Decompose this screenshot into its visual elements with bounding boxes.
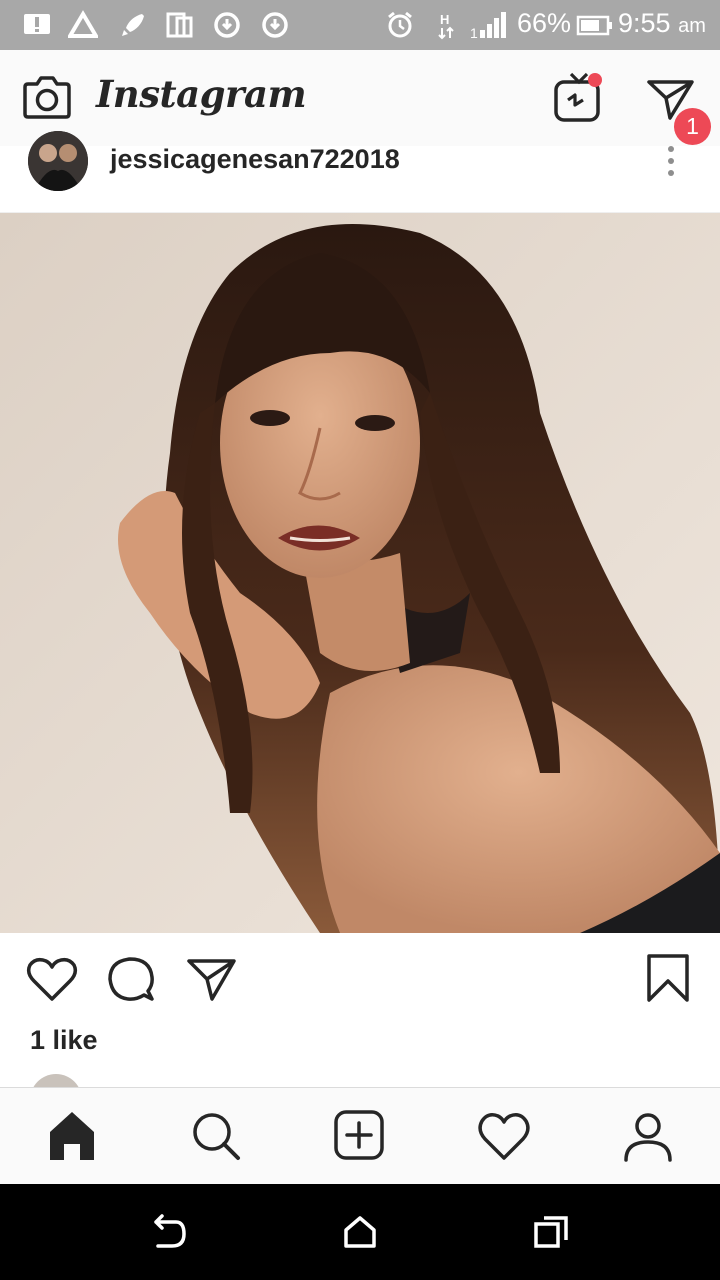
post-username[interactable]: jessicagenesan722018 [110, 144, 400, 175]
notification-badge: 1 [674, 108, 711, 145]
new-post-icon[interactable] [332, 1108, 388, 1164]
back-icon[interactable] [148, 1212, 188, 1252]
avatar-image [28, 131, 88, 191]
likes-count[interactable]: 1 like [30, 1025, 98, 1056]
profile-icon[interactable] [620, 1108, 676, 1164]
battery-percent: 66% [517, 8, 572, 38]
battery-icon [576, 15, 612, 36]
clock-ampm: am [678, 15, 706, 37]
like-heart-icon[interactable] [26, 955, 78, 1003]
post-photo[interactable] [0, 213, 720, 933]
h-data-icon: H [438, 12, 454, 40]
comment-icon[interactable] [106, 955, 158, 1003]
alarm-icon [388, 11, 412, 38]
rocket-icon [122, 14, 144, 36]
recents-icon[interactable] [532, 1212, 572, 1252]
sync-icon [214, 12, 240, 38]
sync-icon [262, 12, 288, 38]
home-icon[interactable] [44, 1108, 100, 1164]
portrait-image [0, 213, 720, 933]
more-options-icon[interactable] [656, 144, 686, 180]
top-app-bar: Instagram 1 [0, 50, 720, 147]
system-home-icon[interactable] [340, 1212, 380, 1252]
search-icon[interactable] [188, 1108, 244, 1164]
alert-icon [24, 14, 50, 34]
drive-icon [68, 10, 98, 38]
status-bar: H 1 66% 9:55 am [0, 0, 720, 50]
instagram-logo: Instagram [96, 72, 307, 116]
user-avatar[interactable] [28, 131, 88, 191]
clock-time: 9:55 [618, 8, 671, 38]
signal-icon: 1 [470, 12, 506, 40]
share-icon[interactable] [186, 955, 238, 1003]
bookmark-icon[interactable] [644, 953, 692, 1003]
activity-heart-icon[interactable] [476, 1108, 532, 1164]
camera-icon[interactable] [22, 74, 72, 120]
svg-text:1: 1 [470, 25, 478, 40]
copy-icon [166, 12, 193, 38]
igtv-icon[interactable] [553, 70, 605, 124]
svg-text:H: H [440, 12, 449, 27]
clock: 9:55 am [618, 8, 706, 39]
